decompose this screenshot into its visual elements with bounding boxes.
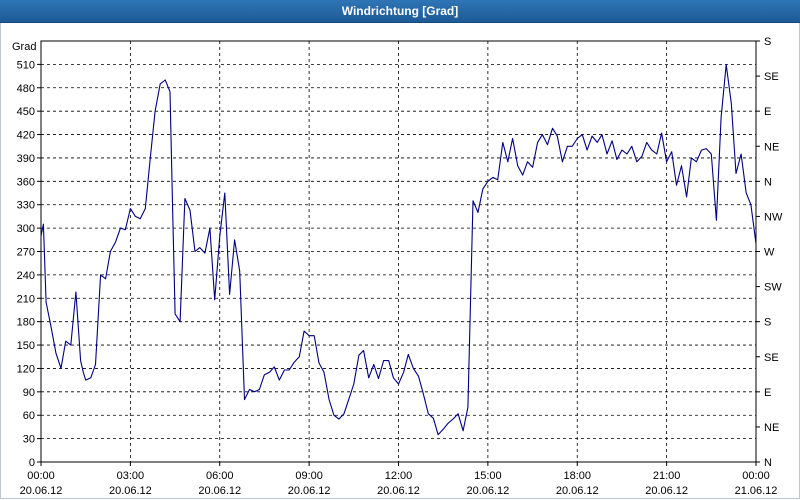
y-tick-label: 90: [23, 387, 35, 399]
y-tick-label: 150: [17, 340, 35, 352]
y2-tick-label: NE: [764, 422, 779, 434]
y-tick-label: 180: [17, 317, 35, 329]
x-tick-date-label: 20.06.12: [20, 485, 63, 497]
y-tick-label: 510: [17, 59, 35, 71]
y2-tick-label: S: [764, 317, 771, 329]
x-tick-time-label: 03:00: [117, 470, 145, 482]
x-tick-time-label: 12:00: [385, 470, 413, 482]
y-tick-label: 210: [17, 293, 35, 305]
x-tick-time-label: 00:00: [27, 470, 55, 482]
y2-tick-label: S: [764, 36, 771, 48]
y-tick-label: 60: [23, 410, 35, 422]
y-tick-label: 360: [17, 176, 35, 188]
y-axis-label: Grad: [12, 41, 36, 53]
wind-direction-chart: 0 30 60 90 120 150 180 210 240 270 300 330 360 390 420…: [12, 36, 783, 497]
y2-tick-label: NE: [764, 141, 779, 153]
y-tick-label: 30: [23, 434, 35, 446]
x-tick-date-label: 20.06.12: [466, 485, 509, 497]
y-tick-label: 120: [17, 363, 35, 375]
x-tick-date-label: 20.06.12: [288, 485, 331, 497]
x-tick-time-label: 15:00: [474, 470, 502, 482]
y-tick-label: 0: [29, 457, 35, 469]
x-tick-date-label: 20.06.12: [109, 485, 152, 497]
y-tick-label: 240: [17, 270, 35, 282]
x-tick-time-label: 06:00: [206, 470, 234, 482]
x-tick-time-label: 00:00: [742, 470, 770, 482]
x-tick-date-label: 20.06.12: [556, 485, 599, 497]
tick-labels: 0 30 60 90 120 150 180 210 240 270 300 330 360 390 420…: [17, 36, 783, 497]
x-tick-time-label: 18:00: [563, 470, 591, 482]
y2-tick-label: E: [764, 387, 771, 399]
grid-lines: [41, 41, 756, 462]
y-tick-label: 420: [17, 130, 35, 142]
y2-tick-label: NW: [764, 211, 783, 223]
x-tick-date-label: 20.06.12: [198, 485, 241, 497]
x-tick-time-label: 21:00: [653, 470, 681, 482]
y2-tick-label: E: [764, 106, 771, 118]
y2-tick-label: SE: [764, 352, 779, 364]
y-tick-label: 390: [17, 153, 35, 165]
y2-tick-label: SE: [764, 71, 779, 83]
y-tick-label: 330: [17, 200, 35, 212]
y2-tick-label: SW: [764, 282, 782, 294]
y-tick-label: 480: [17, 83, 35, 95]
y-tick-label: 270: [17, 247, 35, 259]
x-tick-date-label: 20.06.12: [377, 485, 420, 497]
y2-tick-label: W: [764, 247, 775, 259]
y-tick-label: 300: [17, 223, 35, 235]
y-tick-label: 450: [17, 106, 35, 118]
x-tick-date-label: 20.06.12: [645, 485, 688, 497]
y2-tick-label: N: [764, 457, 772, 469]
y2-tick-label: N: [764, 176, 772, 188]
x-tick-date-label: 21.06.12: [735, 485, 778, 497]
x-tick-time-label: 09:00: [295, 470, 323, 482]
